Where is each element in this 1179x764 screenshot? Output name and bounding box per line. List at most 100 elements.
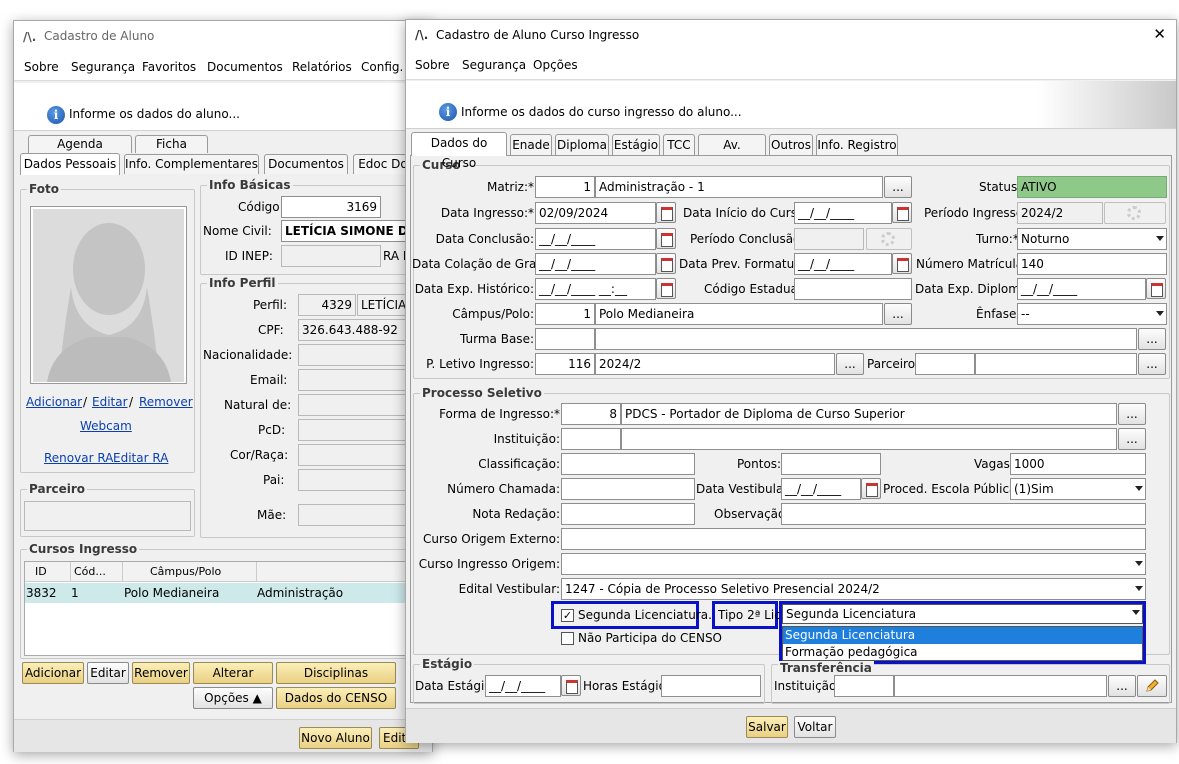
menu-relatorios[interactable]: Relatórios (292, 60, 352, 74)
tab-edoc[interactable]: Edoc Do (353, 154, 413, 174)
parceiro-lookup-button[interactable]: ... (1138, 353, 1166, 375)
menu-sobre[interactable]: Sobre (24, 60, 59, 74)
turma-base-lookup-button[interactable]: ... (1138, 328, 1166, 350)
vagas-field[interactable]: 1000 (1010, 453, 1146, 475)
editar-foto-link[interactable]: Editar (92, 395, 128, 409)
enfase-select[interactable]: -- (1017, 303, 1167, 325)
menu-seguranca[interactable]: Segurança (71, 60, 135, 74)
tab-info-registro[interactable]: Info. Registro (816, 134, 898, 156)
tab-tcc[interactable]: TCC (663, 134, 695, 156)
data-vestibular-calendar-icon[interactable] (861, 478, 881, 499)
codigo-estadual-field[interactable] (794, 278, 912, 300)
exp-diploma-calendar-icon[interactable] (1146, 278, 1166, 299)
matriz-id-field[interactable]: 1 (535, 176, 595, 198)
tipo-option-formacao-pedagogica[interactable]: Formação pedagógica (783, 644, 1142, 661)
tab-diploma[interactable]: Diploma (555, 134, 609, 156)
observacao-field[interactable] (781, 503, 1146, 525)
colacao-calendar-icon[interactable] (656, 253, 676, 274)
menu-documentos[interactable]: Documentos (207, 60, 283, 74)
edital-vestibular-select[interactable]: 1247 - Cópia de Processo Seletivo Presen… (561, 578, 1146, 600)
salvar-button[interactable]: Salvar (746, 716, 788, 738)
exp-diploma-field[interactable]: __/__/____ (1017, 278, 1146, 300)
data-conclusao-calendar-icon[interactable] (656, 228, 676, 249)
periodo-conclusao-field[interactable] (794, 228, 864, 250)
opcoes-button[interactable]: Opções ▲ (193, 687, 273, 709)
status-field[interactable]: ATIVO (1017, 176, 1167, 198)
tab-av-avulsas[interactable]: Av. Avulsas (698, 134, 766, 172)
parceiro-id-field[interactable] (915, 353, 975, 375)
pontos-field[interactable] (781, 453, 881, 475)
periodo-conclusao-gear-button[interactable] (866, 228, 912, 250)
historico-calendar-icon[interactable] (656, 278, 676, 299)
data-conclusao-field[interactable]: __/__/____ (535, 228, 656, 250)
transferencia-instituicao-field[interactable] (894, 675, 1107, 697)
menu-favoritos[interactable]: Favoritos (142, 60, 196, 74)
historico-field[interactable]: __/__/____ __:__ (535, 278, 656, 300)
segunda-licenciatura-checkbox[interactable]: ✓ (561, 609, 574, 622)
data-ingresso-calendar-icon[interactable] (656, 202, 676, 223)
menu-opcoes[interactable]: Opções (533, 58, 578, 72)
turma-base-id-field[interactable] (535, 328, 595, 350)
letivo-field[interactable]: 2024/2 (595, 353, 835, 375)
adicionar-button[interactable]: Adicionar (22, 662, 84, 684)
col-curso[interactable] (256, 562, 426, 582)
instituicao-id-field[interactable] (561, 428, 621, 450)
tab-outros[interactable]: Outros (769, 134, 813, 156)
tab-documentos[interactable]: Documentos (264, 154, 348, 174)
instituicao-field[interactable] (621, 428, 1117, 450)
nao-participa-censo-checkbox[interactable] (561, 632, 574, 645)
letivo-lookup-button[interactable]: ... (836, 353, 864, 375)
forma-ingresso-lookup-button[interactable]: ... (1118, 403, 1146, 425)
turma-base-field[interactable] (595, 328, 1137, 350)
col-cod[interactable]: Cód... (70, 562, 106, 582)
forma-ingresso-field[interactable]: PDCS - Portador de Diploma de Curso Supe… (621, 403, 1117, 425)
tipo-licenciatura-select[interactable]: Segunda Licenciatura (782, 604, 1143, 624)
matriz-field[interactable]: Administração - 1 (595, 176, 883, 198)
transferencia-lookup-button[interactable]: ... (1108, 675, 1136, 697)
remover-button[interactable]: Remover (132, 662, 190, 684)
disciplinas-cursadas-button[interactable]: Disciplinas Cursadas (276, 662, 396, 700)
data-ingresso-field[interactable]: 02/09/2024 (535, 202, 656, 224)
parceiro-field[interactable] (975, 353, 1137, 375)
dados-censo-button[interactable]: Dados do CENSO (276, 687, 396, 709)
curso-ingresso-origem-select[interactable] (561, 553, 1146, 575)
tab-ficha-saude[interactable]: Ficha Saúde (135, 135, 208, 168)
adicionar-foto-link[interactable]: Adicionar (26, 395, 82, 409)
numero-chamada-field[interactable] (561, 478, 695, 500)
instituicao-lookup-button[interactable]: ... (1118, 428, 1146, 450)
prev-formatura-calendar-icon[interactable] (892, 253, 912, 274)
matricula-field[interactable]: 140 (1017, 253, 1167, 275)
menu-sobre[interactable]: Sobre (415, 58, 450, 72)
menu-seguranca[interactable]: Segurança (462, 58, 526, 72)
data-vestibular-field[interactable]: __/__/____ (781, 478, 861, 500)
transferencia-id-field[interactable] (834, 675, 894, 697)
tab-dados-curso[interactable]: Dados do Curso (411, 132, 507, 170)
campus-id-field[interactable]: 1 (535, 303, 595, 325)
matriz-lookup-button[interactable]: ... (884, 176, 912, 198)
letivo-id-field[interactable]: 116 (535, 353, 595, 375)
tab-agenda-avaliacao[interactable]: Agenda Avaliação (28, 135, 132, 168)
col-id[interactable]: ID (35, 565, 47, 578)
renovar-ra-link[interactable]: Renovar RA (44, 451, 113, 465)
id-inep-field[interactable] (281, 245, 381, 267)
cpf-field[interactable]: 326.643.488-92 (298, 319, 418, 341)
transferencia-edit-button[interactable] (1137, 675, 1167, 697)
data-inicio-calendar-icon[interactable] (892, 202, 912, 223)
parceiro-field[interactable] (24, 501, 191, 531)
data-estagio-calendar-icon[interactable] (561, 675, 581, 696)
curso-origem-externo-field[interactable] (561, 528, 1146, 550)
editar-ra-link[interactable]: Editar RA (113, 451, 168, 465)
turno-select[interactable]: Noturno (1017, 228, 1167, 250)
periodo-ingresso-field[interactable]: 2024/2 (1017, 202, 1103, 224)
prev-formatura-field[interactable]: __/__/____ (794, 253, 892, 275)
remover-foto-link[interactable]: Remover (139, 395, 193, 409)
colacao-field[interactable]: __/__/____ (535, 253, 656, 275)
menu-config[interactable]: Config. (361, 60, 403, 74)
classificacao-field[interactable] (561, 453, 695, 475)
editar-button[interactable]: Editar (87, 662, 129, 684)
perfil-id-field[interactable]: 4329 (298, 294, 356, 316)
alterar-status-button[interactable]: Alterar Status (193, 662, 273, 700)
webcam-link[interactable]: Webcam (80, 419, 132, 433)
voltar-button[interactable]: Voltar (794, 716, 836, 738)
codigo-field[interactable]: 3169 (281, 196, 381, 218)
